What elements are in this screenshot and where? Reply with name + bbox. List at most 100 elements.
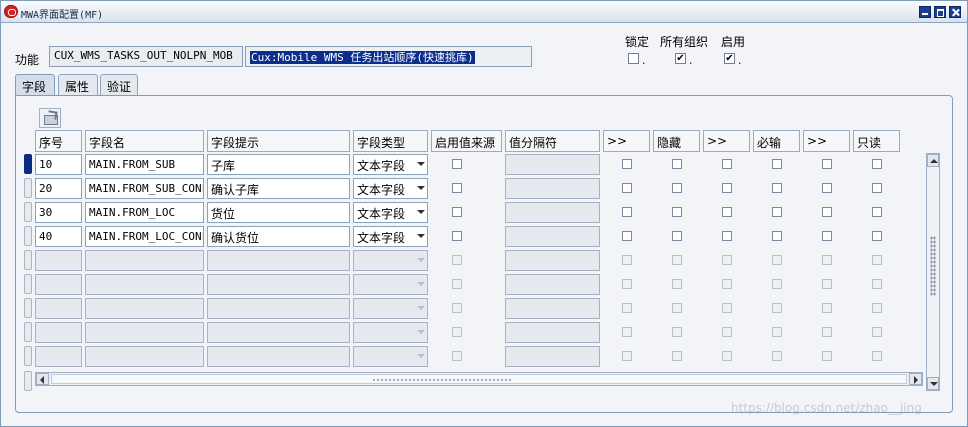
value-separator-cell[interactable] (505, 154, 600, 175)
expand-3-checkbox[interactable] (822, 327, 832, 337)
field-prompt-cell[interactable]: 确认子库 (207, 178, 350, 199)
required-checkbox[interactable] (772, 183, 782, 193)
field-type-cell[interactable] (353, 322, 428, 343)
seq-cell[interactable] (35, 346, 82, 367)
row-indicator[interactable] (24, 274, 32, 294)
field-prompt-cell[interactable] (207, 274, 350, 295)
expand-2-checkbox[interactable] (722, 207, 732, 217)
expand-2-checkbox[interactable] (722, 255, 732, 265)
hidden-checkbox[interactable] (672, 207, 682, 217)
vertical-scrollbar[interactable] (926, 153, 940, 391)
hidden-checkbox[interactable] (672, 351, 682, 361)
row-indicator[interactable] (24, 250, 32, 270)
seq-cell[interactable] (35, 250, 82, 271)
title-bar[interactable]: MWA界面配置(MF) (1, 1, 967, 23)
field-name-cell[interactable] (85, 274, 204, 295)
row-indicator[interactable] (24, 322, 32, 342)
seq-cell[interactable] (35, 274, 82, 295)
enable-source-checkbox[interactable] (452, 207, 462, 217)
value-separator-cell[interactable] (505, 202, 600, 223)
required-checkbox[interactable] (772, 231, 782, 241)
chevron-down-icon[interactable] (417, 330, 425, 334)
value-separator-cell[interactable] (505, 178, 600, 199)
expand-2-checkbox[interactable] (722, 231, 732, 241)
field-prompt-cell[interactable]: 确认货位 (207, 226, 350, 247)
expand-1-checkbox[interactable] (622, 183, 632, 193)
hidden-checkbox[interactable] (672, 303, 682, 313)
expand-2-checkbox[interactable] (722, 279, 732, 289)
field-prompt-cell[interactable] (207, 346, 350, 367)
field-name-cell[interactable] (85, 322, 204, 343)
scroll-right-button[interactable] (909, 373, 922, 385)
scroll-down-button[interactable] (927, 377, 939, 390)
field-type-cell[interactable]: 文本字段 (353, 154, 428, 175)
expand-1-checkbox[interactable] (622, 351, 632, 361)
field-name-cell[interactable] (85, 298, 204, 319)
expand-1-checkbox[interactable] (622, 279, 632, 289)
expand-1-checkbox[interactable] (622, 327, 632, 337)
expand-1-checkbox[interactable] (622, 159, 632, 169)
expand-1-checkbox[interactable] (622, 303, 632, 313)
expand-1-checkbox[interactable] (622, 255, 632, 265)
required-checkbox[interactable] (772, 207, 782, 217)
horizontal-scroll-thumb[interactable] (51, 374, 907, 384)
expand-2-checkbox[interactable] (722, 183, 732, 193)
field-prompt-cell[interactable] (207, 322, 350, 343)
expand-3-checkbox[interactable] (822, 255, 832, 265)
expand-3-checkbox[interactable] (822, 231, 832, 241)
row-indicator[interactable] (24, 178, 32, 198)
expand-3-checkbox[interactable] (822, 159, 832, 169)
tab-fields[interactable]: 字段 (15, 74, 55, 96)
chevron-down-icon[interactable] (417, 162, 425, 166)
function-code-field[interactable]: CUX_WMS_TASKS_OUT_NOLPN_MOB (49, 46, 243, 67)
value-separator-cell[interactable] (505, 322, 600, 343)
seq-cell[interactable]: 30 (35, 202, 82, 223)
field-prompt-cell[interactable] (207, 250, 350, 271)
seq-cell[interactable]: 20 (35, 178, 82, 199)
value-separator-cell[interactable] (505, 346, 600, 367)
expand-1-checkbox[interactable] (622, 207, 632, 217)
expand-2-checkbox[interactable] (722, 351, 732, 361)
enable-source-checkbox[interactable] (452, 303, 462, 313)
field-name-cell[interactable]: MAIN.FROM_SUB_CONFIRM (85, 178, 204, 199)
seq-cell[interactable] (35, 322, 82, 343)
seq-cell[interactable]: 40 (35, 226, 82, 247)
enable-checkbox[interactable]: ✔ (724, 53, 735, 64)
row-indicator[interactable] (24, 202, 32, 222)
readonly-checkbox[interactable] (872, 351, 882, 361)
readonly-checkbox[interactable] (872, 303, 882, 313)
hidden-checkbox[interactable] (672, 183, 682, 193)
row-indicator[interactable] (24, 346, 32, 366)
readonly-checkbox[interactable] (872, 207, 882, 217)
seq-cell[interactable]: 10 (35, 154, 82, 175)
required-checkbox[interactable] (772, 279, 782, 289)
enable-source-checkbox[interactable] (452, 351, 462, 361)
readonly-checkbox[interactable] (872, 159, 882, 169)
field-name-cell[interactable]: MAIN.FROM_LOC (85, 202, 204, 223)
horizontal-scrollbar[interactable] (35, 372, 923, 386)
chevron-down-icon[interactable] (417, 258, 425, 262)
enable-source-checkbox[interactable] (452, 159, 462, 169)
value-separator-cell[interactable] (505, 250, 600, 271)
folder-icon[interactable] (39, 108, 61, 128)
readonly-checkbox[interactable] (872, 231, 882, 241)
hidden-checkbox[interactable] (672, 255, 682, 265)
seq-cell[interactable] (35, 298, 82, 319)
readonly-checkbox[interactable] (872, 183, 882, 193)
expand-2-checkbox[interactable] (722, 327, 732, 337)
field-name-cell[interactable] (85, 346, 204, 367)
lock-checkbox[interactable] (628, 53, 639, 64)
expand-1-checkbox[interactable] (622, 231, 632, 241)
expand-3-checkbox[interactable] (822, 183, 832, 193)
enable-source-checkbox[interactable] (452, 183, 462, 193)
field-type-cell[interactable]: 文本字段 (353, 178, 428, 199)
expand-3-checkbox[interactable] (822, 279, 832, 289)
chevron-down-icon[interactable] (417, 306, 425, 310)
tab-attributes[interactable]: 属性 (58, 74, 98, 96)
expand-2-checkbox[interactable] (722, 303, 732, 313)
chevron-down-icon[interactable] (417, 186, 425, 190)
hidden-checkbox[interactable] (672, 231, 682, 241)
minimize-button[interactable] (919, 6, 931, 18)
readonly-checkbox[interactable] (872, 255, 882, 265)
field-type-cell[interactable] (353, 274, 428, 295)
